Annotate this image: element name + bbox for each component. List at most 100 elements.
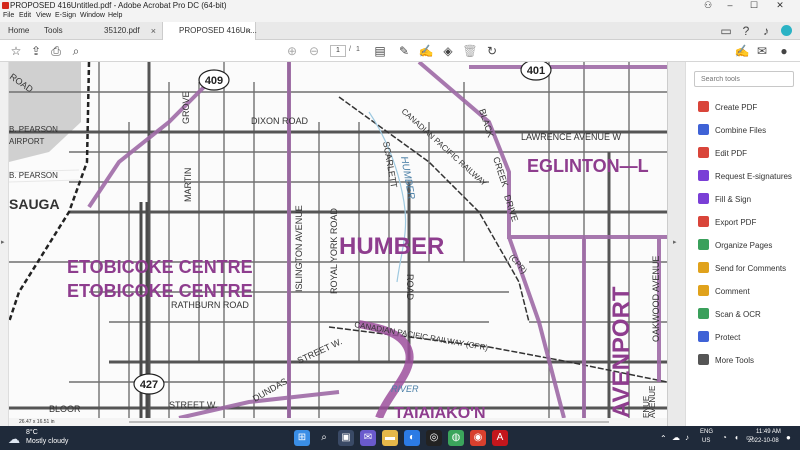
- tool-request-esignatures[interactable]: Request E-signatures: [698, 170, 792, 184]
- language-region[interactable]: US: [702, 438, 710, 444]
- notifications-icon[interactable]: ♪: [758, 23, 774, 39]
- label-bloor: BLOOR: [49, 404, 81, 414]
- stamp-icon[interactable]: ◈: [440, 43, 456, 59]
- tab-tools[interactable]: Tools: [38, 22, 69, 40]
- avatar[interactable]: [778, 24, 794, 40]
- rotate-icon[interactable]: ↻: [484, 43, 500, 59]
- menu-view[interactable]: View: [36, 12, 51, 19]
- xbox-icon[interactable]: ◎: [426, 430, 442, 446]
- bookmark-star-icon[interactable]: ☆: [8, 43, 24, 59]
- riding-davenport: AVENPORT: [608, 286, 635, 418]
- start-icon[interactable]: ⊞: [294, 430, 310, 446]
- collapse-tools-pane-icon[interactable]: ▸: [673, 238, 677, 246]
- tool-send-for-comments[interactable]: Send for Comments: [698, 262, 786, 276]
- expand-left-pane-icon[interactable]: ▸: [1, 238, 5, 246]
- tool-create-pdf[interactable]: Create PDF: [698, 101, 757, 115]
- wifi-icon[interactable]: ◔: [722, 433, 727, 442]
- edge-browser-icon[interactable]: ◐: [404, 430, 420, 446]
- label-river: RIVER: [391, 384, 419, 394]
- tool-organize-pages[interactable]: Organize Pages: [698, 239, 772, 253]
- clock-date[interactable]: 2022-10-08: [748, 438, 779, 444]
- tool-export-pdf[interactable]: Export PDF: [698, 216, 756, 230]
- page-up-icon[interactable]: ⊕: [284, 43, 300, 59]
- left-nav-collapsed[interactable]: ▸: [0, 62, 9, 426]
- menu-edit[interactable]: Edit: [19, 12, 31, 19]
- weather-temp[interactable]: 8°C: [26, 429, 38, 436]
- comment-icon[interactable]: ▤: [372, 43, 388, 59]
- shield-409: 409: [198, 69, 230, 91]
- combine-files-icon: [698, 124, 709, 135]
- document-canvas[interactable]: 409 401 427 ROAD B. PEARSON AIRPORT B. P…: [9, 62, 667, 418]
- page-number-input[interactable]: 1: [330, 45, 346, 57]
- sign-icon[interactable]: ✍: [418, 43, 434, 59]
- tool-comment[interactable]: Comment: [698, 285, 750, 299]
- upload-icon[interactable]: ⇪: [28, 43, 44, 59]
- search-tools-input[interactable]: [694, 71, 794, 87]
- file-explorer-icon[interactable]: ▬: [382, 430, 398, 446]
- right-collapse-strip[interactable]: ▸: [667, 62, 685, 426]
- fill-sign-icon[interactable]: ✍: [734, 43, 750, 59]
- label-sauga: SAUGA: [9, 196, 60, 212]
- tool-edit-pdf[interactable]: Edit PDF: [698, 147, 747, 161]
- cloud-sync-icon[interactable]: ☁: [672, 433, 680, 442]
- menu-bar: File Edit View E-Sign Window Help: [0, 11, 800, 22]
- highlight-pen-icon[interactable]: ✎: [396, 43, 412, 59]
- tool-scan-ocr[interactable]: Scan & OCR: [698, 308, 761, 322]
- speaker-icon[interactable]: ◖: [734, 433, 739, 442]
- print-icon[interactable]: ⎙: [48, 43, 64, 59]
- volume-icon[interactable]: ♪: [685, 433, 689, 442]
- tab-home[interactable]: Home: [2, 22, 35, 40]
- notification-bell-icon[interactable]: ●: [786, 433, 791, 442]
- tool-fill-sign[interactable]: Fill & Sign: [698, 193, 751, 207]
- search-icon[interactable]: ⌕: [316, 430, 332, 446]
- menu-window[interactable]: Window: [80, 12, 105, 19]
- tab-doc-35120[interactable]: 35120.pdf ×: [70, 22, 160, 40]
- label-dixon-road: DIXON ROAD: [251, 116, 309, 126]
- tab-bar: Home Tools 35120.pdf × PROPOSED 416Un...…: [0, 22, 800, 40]
- close-tab-icon[interactable]: ×: [246, 22, 251, 40]
- user-icon[interactable]: ●: [776, 43, 792, 59]
- tool-combine-files[interactable]: Combine Files: [698, 124, 766, 138]
- teams-chat-icon[interactable]: ✉: [360, 430, 376, 446]
- toolbar: ☆ ⇪ ⎙ ⌕ ⊕ ⊖ 1 / 1 ▤ ✎ ✍ ◈ 🗑 ↻ ✍ ✉ ●: [0, 40, 800, 62]
- language-code[interactable]: ENG: [700, 429, 713, 435]
- minimize-button[interactable]: –: [720, 0, 740, 11]
- tool-more-tools[interactable]: More Tools: [698, 354, 754, 368]
- chrome-icon[interactable]: ◉: [470, 430, 486, 446]
- help-icon[interactable]: ?: [738, 23, 754, 39]
- shield-401: 401: [520, 62, 552, 81]
- close-tab-icon[interactable]: ×: [151, 22, 156, 40]
- search-icon[interactable]: ⌕: [68, 43, 84, 59]
- menu-file[interactable]: File: [3, 12, 14, 19]
- label-oakwood: OAKWOOD AVENUE: [651, 256, 661, 342]
- mail-icon[interactable]: ✉: [754, 43, 770, 59]
- scan-ocr-icon: [698, 308, 709, 319]
- label-lawrence: LAWRENCE AVENUE W: [521, 132, 622, 142]
- tab-doc-proposed[interactable]: PROPOSED 416Un... ×: [162, 22, 257, 40]
- svg-text:409: 409: [205, 75, 223, 87]
- delete-icon[interactable]: 🗑: [462, 43, 478, 59]
- app-icon[interactable]: ◍: [448, 430, 464, 446]
- horizontal-scrollbar[interactable]: [129, 421, 609, 423]
- weather-cloud-icon[interactable]: ☁: [8, 432, 20, 446]
- menu-help[interactable]: Help: [108, 12, 122, 19]
- comment-tool-icon: [698, 285, 709, 296]
- task-view-icon[interactable]: ▣: [338, 430, 354, 446]
- tool-protect[interactable]: Protect: [698, 331, 740, 345]
- chevron-up-icon[interactable]: ⌃: [660, 434, 667, 443]
- acrobat-taskbar-icon[interactable]: A: [492, 430, 508, 446]
- maximize-button[interactable]: ☐: [744, 0, 764, 11]
- send-for-comments-icon: [698, 262, 709, 273]
- label-pearson-1: B. PEARSON: [9, 125, 58, 134]
- page-down-icon[interactable]: ⊖: [306, 43, 322, 59]
- riding-map: 409 401 427 ROAD B. PEARSON AIRPORT B. P…: [9, 62, 667, 418]
- account-icon[interactable]: ⚇: [698, 0, 718, 11]
- create-pdf-icon: [698, 101, 709, 112]
- protect-shield-icon: [698, 331, 709, 342]
- close-button[interactable]: ✕: [770, 0, 790, 11]
- share-screen-icon[interactable]: ▭: [718, 23, 734, 39]
- weather-condition[interactable]: Mostly cloudy: [26, 438, 68, 445]
- menu-esign[interactable]: E-Sign: [55, 12, 76, 19]
- clock-time[interactable]: 11:49 AM: [756, 429, 781, 435]
- label-pearson-2: B. PEARSON: [9, 171, 58, 180]
